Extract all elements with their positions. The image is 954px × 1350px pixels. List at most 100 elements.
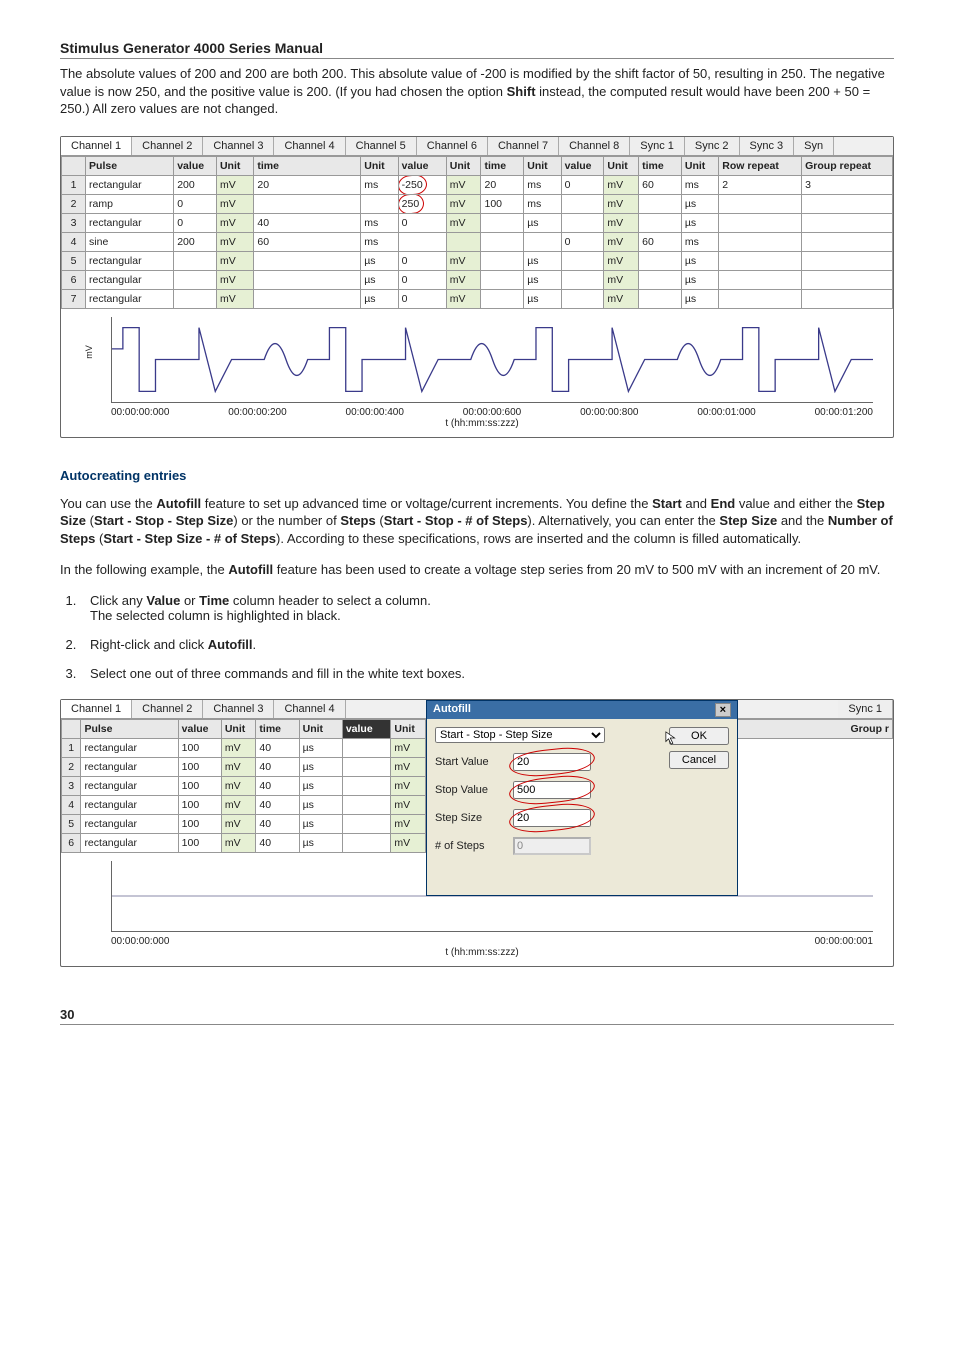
cell[interactable] <box>802 289 893 308</box>
cell[interactable] <box>639 194 682 213</box>
cell[interactable]: mV <box>446 289 481 308</box>
cell[interactable]: rectangular <box>81 738 178 757</box>
cell[interactable] <box>481 270 524 289</box>
stop-value-input[interactable] <box>513 781 591 799</box>
tab-channel-1[interactable]: Channel 1 <box>61 137 132 155</box>
cell[interactable]: 40 <box>256 795 299 814</box>
cell[interactable]: ms <box>524 194 561 213</box>
cell[interactable]: mV <box>221 738 256 757</box>
cell[interactable]: µs <box>524 251 561 270</box>
cell[interactable] <box>719 270 802 289</box>
col-pulse[interactable]: Pulse <box>81 719 178 738</box>
cell[interactable]: 0 <box>398 213 446 232</box>
cell[interactable] <box>802 251 893 270</box>
cell[interactable]: 0 <box>398 251 446 270</box>
cell[interactable]: -250 <box>398 175 446 194</box>
cell[interactable]: 200 <box>174 175 217 194</box>
col-unit[interactable]: Unit <box>681 156 718 175</box>
col-unit[interactable]: Unit <box>361 156 398 175</box>
cell[interactable]: mV <box>216 289 253 308</box>
cell[interactable]: 0 <box>174 194 217 213</box>
cell[interactable]: µs <box>361 251 398 270</box>
cell[interactable] <box>342 814 391 833</box>
cell[interactable] <box>254 289 361 308</box>
cell[interactable]: mV <box>391 776 426 795</box>
cell[interactable]: rectangular <box>86 289 174 308</box>
cell[interactable] <box>174 289 217 308</box>
col-time[interactable]: time <box>254 156 361 175</box>
cell[interactable] <box>481 251 524 270</box>
cell[interactable]: mV <box>446 175 481 194</box>
cell[interactable]: 60 <box>254 232 361 251</box>
cell[interactable]: mV <box>216 232 253 251</box>
cell[interactable] <box>254 194 361 213</box>
cell[interactable]: 40 <box>256 776 299 795</box>
cell[interactable]: 0 <box>561 175 604 194</box>
cell[interactable]: 100 <box>178 757 221 776</box>
cell[interactable]: 0 <box>561 232 604 251</box>
cell[interactable] <box>639 289 682 308</box>
col-unit[interactable]: Unit <box>391 719 426 738</box>
cell[interactable]: 0 <box>398 270 446 289</box>
cell[interactable]: mV <box>216 213 253 232</box>
cell[interactable]: µs <box>299 757 342 776</box>
cell[interactable]: µs <box>361 289 398 308</box>
cell[interactable]: 40 <box>256 738 299 757</box>
cell[interactable]: 60 <box>639 175 682 194</box>
cell[interactable]: rectangular <box>86 270 174 289</box>
cell[interactable]: µs <box>681 251 718 270</box>
cell[interactable] <box>719 194 802 213</box>
autofill-titlebar[interactable]: Autofill × <box>427 701 737 719</box>
cell[interactable]: 200 <box>174 232 217 251</box>
cell[interactable] <box>802 194 893 213</box>
cell[interactable]: mV <box>216 251 253 270</box>
col-unit[interactable]: Unit <box>604 156 639 175</box>
cell[interactable]: µs <box>299 776 342 795</box>
cell[interactable]: µs <box>299 833 342 852</box>
tab-sync-3[interactable]: Sync 3 <box>740 137 795 155</box>
cell[interactable] <box>342 776 391 795</box>
cell[interactable]: mV <box>446 270 481 289</box>
cell[interactable]: mV <box>391 757 426 776</box>
cell[interactable] <box>561 194 604 213</box>
cell[interactable]: mV <box>391 833 426 852</box>
cell[interactable] <box>398 232 446 251</box>
cell[interactable] <box>639 251 682 270</box>
cell[interactable] <box>719 251 802 270</box>
cell[interactable]: 100 <box>178 776 221 795</box>
cell[interactable]: rectangular <box>81 833 178 852</box>
cell[interactable]: 4 <box>62 795 81 814</box>
cell[interactable]: mV <box>221 776 256 795</box>
col-num[interactable] <box>62 156 86 175</box>
cell[interactable]: rectangular <box>86 213 174 232</box>
cell[interactable]: 5 <box>62 251 86 270</box>
cell[interactable]: mV <box>216 175 253 194</box>
col-unit[interactable]: Unit <box>524 156 561 175</box>
cell[interactable]: 250 <box>398 194 446 213</box>
col-value[interactable]: value <box>178 719 221 738</box>
tab-channel-3[interactable]: Channel 3 <box>203 137 274 155</box>
col-rowrepeat[interactable]: Row repeat <box>719 156 802 175</box>
cell[interactable]: 40 <box>256 757 299 776</box>
tab-channel-4[interactable]: Channel 4 <box>274 137 345 155</box>
cell[interactable]: rectangular <box>81 795 178 814</box>
mode-select[interactable]: Start - Stop - Step Size <box>435 727 605 743</box>
col-num[interactable] <box>62 719 81 738</box>
cell[interactable] <box>342 757 391 776</box>
cell[interactable]: 100 <box>178 814 221 833</box>
cell[interactable]: µs <box>299 795 342 814</box>
col-unit[interactable]: Unit <box>216 156 253 175</box>
col-unit[interactable]: Unit <box>299 719 342 738</box>
col-value[interactable]: value <box>561 156 604 175</box>
tab-channel-2[interactable]: Channel 2 <box>132 700 203 718</box>
cell[interactable]: ramp <box>86 194 174 213</box>
cell[interactable]: 1 <box>62 175 86 194</box>
cell[interactable]: rectangular <box>86 251 174 270</box>
cell[interactable]: ms <box>681 175 718 194</box>
col-value-selected[interactable]: value <box>342 719 391 738</box>
col-unit[interactable]: Unit <box>446 156 481 175</box>
cell[interactable]: rectangular <box>81 814 178 833</box>
cell[interactable] <box>802 270 893 289</box>
cell[interactable]: µs <box>681 194 718 213</box>
cell[interactable]: µs <box>681 289 718 308</box>
